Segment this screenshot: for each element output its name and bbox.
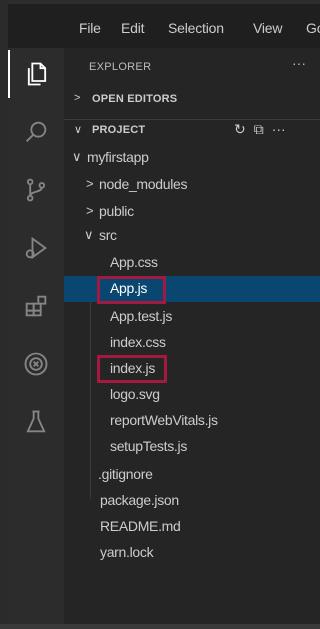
- activity-explorer[interactable]: [8, 50, 64, 98]
- tree-item-report-web-vitals-js[interactable]: reportWebVitals.js: [64, 408, 320, 434]
- source-control-icon: [26, 178, 46, 202]
- files-icon: [27, 62, 47, 86]
- explorer-sidebar: EXPLORER ··· > OPEN EDITORS ∨ PROJECT ↻ ⧉…: [64, 48, 320, 624]
- chevron-right-icon: >: [74, 92, 81, 104]
- menu-bar: File Edit Selection View Go: [8, 4, 320, 48]
- tree-item-label: setupTests.js: [110, 438, 188, 454]
- tree-item-label: src: [99, 227, 117, 243]
- tree-item-label: yarn.lock: [100, 544, 154, 560]
- activity-run-debug[interactable]: [8, 224, 64, 272]
- tree-item-myfirstapp[interactable]: ∨ myfirstapp: [64, 145, 320, 171]
- annotation-highlight-app-js: [97, 276, 166, 304]
- project-label: PROJECT: [92, 124, 146, 136]
- open-editors-label: OPEN EDITORS: [92, 93, 178, 105]
- tree-item-readme-md[interactable]: README.md: [64, 514, 320, 540]
- tree-item-label: public: [99, 203, 134, 219]
- tree-item-app-css[interactable]: App.css: [64, 250, 320, 276]
- tree-item-gitignore[interactable]: .gitignore: [64, 462, 320, 488]
- tree-item-label: reportWebVitals.js: [110, 412, 218, 428]
- tree-item-label: .gitignore: [98, 466, 153, 482]
- remote-explorer-icon: [24, 352, 48, 376]
- tree-item-label: myfirstapp: [87, 149, 149, 165]
- activity-search[interactable]: [8, 108, 64, 156]
- window-frame-bottom: [0, 624, 320, 629]
- tree-item-label: logo.svg: [110, 386, 160, 402]
- project-header[interactable]: ∨ PROJECT ↻ ⧉ ···: [64, 120, 320, 142]
- menu-edit[interactable]: Edit: [121, 20, 145, 36]
- collapse-all-icon[interactable]: ⧉: [254, 121, 264, 137]
- tree-item-logo-svg[interactable]: logo.svg: [64, 382, 320, 408]
- chevron-right-icon: >: [86, 176, 94, 191]
- testing-icon: [26, 410, 46, 433]
- open-editors-header[interactable]: > OPEN EDITORS: [64, 89, 320, 111]
- activity-bar: [8, 48, 64, 624]
- explorer-more-icon[interactable]: ···: [292, 55, 306, 71]
- project-more-icon[interactable]: ···: [272, 121, 286, 137]
- tree-item-index-css[interactable]: index.css: [64, 330, 320, 356]
- tree-item-label: index.css: [110, 334, 166, 350]
- tree-item-label: App.css: [110, 254, 158, 270]
- menu-go[interactable]: Go: [306, 20, 320, 36]
- menu-file[interactable]: File: [79, 20, 101, 36]
- explorer-title: EXPLORER: [89, 61, 152, 73]
- tree-item-yarn-lock[interactable]: yarn.lock: [64, 540, 320, 566]
- tree-item-src[interactable]: ∨ src: [64, 223, 320, 249]
- activity-testing[interactable]: [8, 398, 64, 446]
- run-debug-icon: [25, 236, 47, 260]
- tree-item-public[interactable]: > public: [64, 199, 320, 225]
- extensions-icon: [25, 295, 47, 317]
- tree-item-label: package.json: [100, 492, 179, 508]
- activity-remote-explorer[interactable]: [8, 340, 64, 388]
- menu-selection[interactable]: Selection: [168, 20, 224, 36]
- window-frame-left: [0, 0, 8, 629]
- chevron-right-icon: >: [86, 203, 94, 218]
- tree-item-label: App.test.js: [110, 308, 173, 324]
- tree-item-setup-tests-js[interactable]: setupTests.js: [64, 434, 320, 460]
- tree-item-package-json[interactable]: package.json: [64, 488, 320, 514]
- chevron-down-icon: ∨: [72, 149, 82, 164]
- search-icon: [26, 121, 47, 142]
- chevron-down-icon: ∨: [74, 124, 83, 136]
- chevron-down-icon: ∨: [84, 227, 94, 242]
- activity-extensions[interactable]: [8, 282, 64, 330]
- annotation-highlight-index-js: [97, 355, 167, 383]
- refresh-icon[interactable]: ↻: [234, 121, 246, 137]
- tree-item-label: README.md: [100, 518, 181, 534]
- tree-item-label: node_modules: [99, 176, 188, 192]
- tree-item-node-modules[interactable]: > node_modules: [64, 172, 320, 198]
- activity-source-control[interactable]: [8, 166, 64, 214]
- tree-item-app-test-js[interactable]: App.test.js: [64, 304, 320, 330]
- menu-view[interactable]: View: [253, 20, 282, 36]
